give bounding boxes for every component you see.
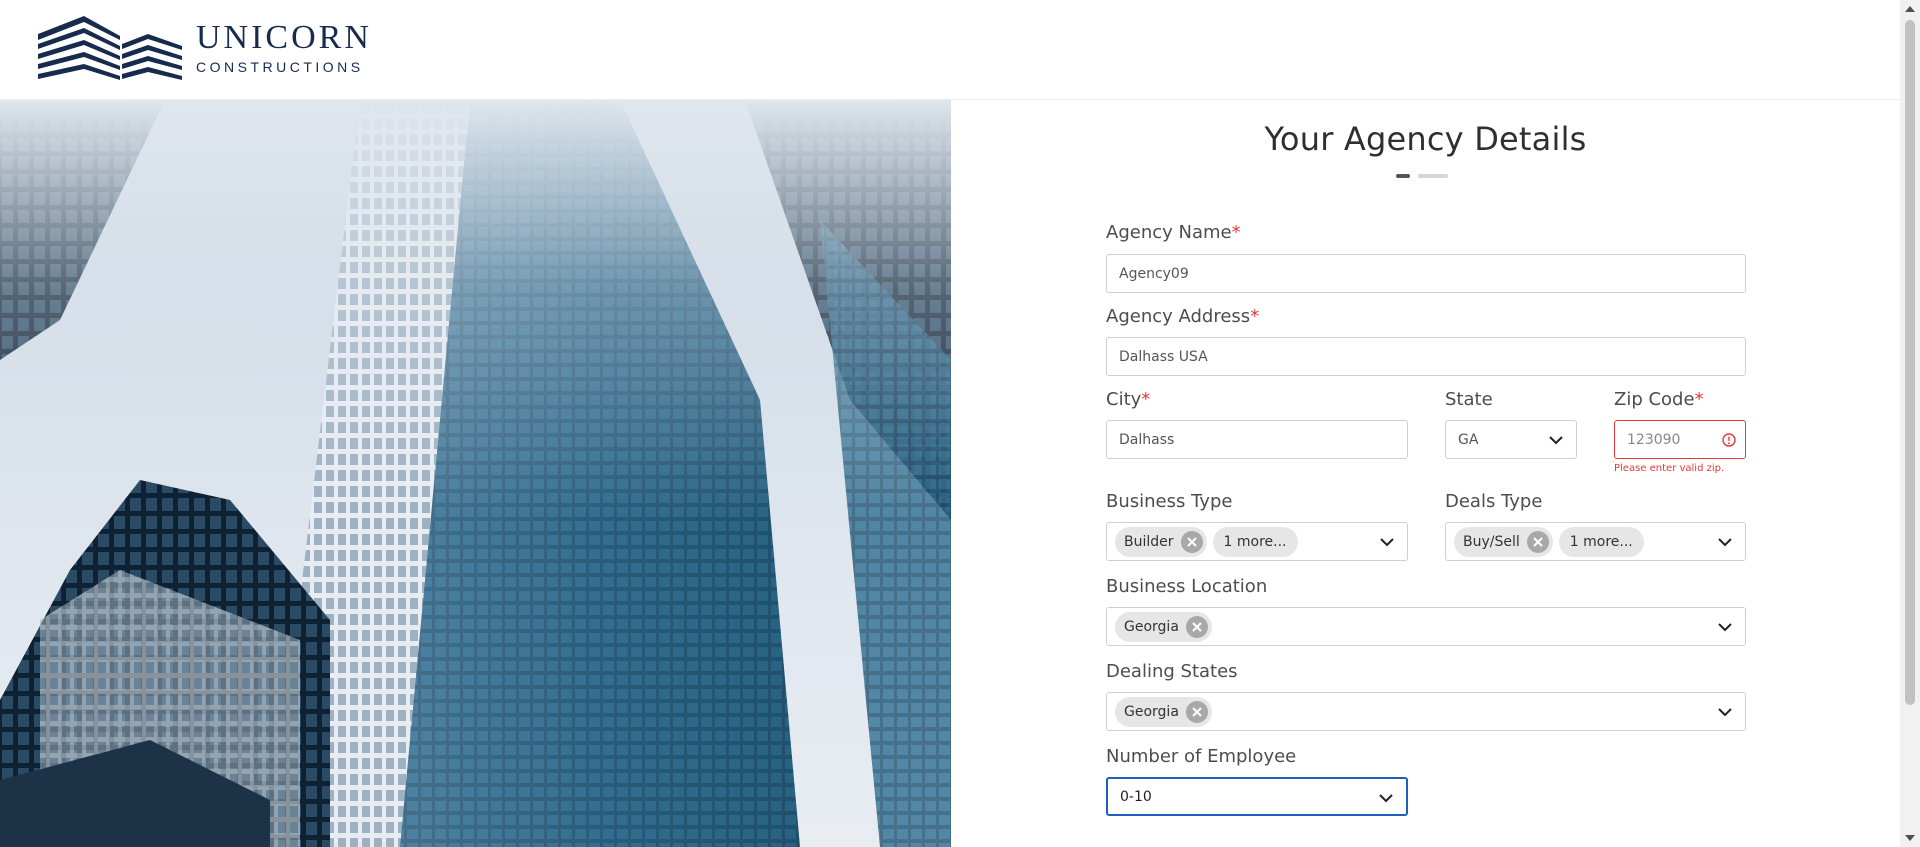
remove-chip-icon[interactable]	[1185, 615, 1208, 638]
business-location-label: Business Location	[1106, 576, 1267, 597]
step-indicator	[1396, 174, 1448, 178]
zip-error-message: Please enter valid zip.	[1614, 463, 1725, 474]
brand-logo[interactable]: UNICORN CONSTRUCTIONS	[36, 14, 372, 82]
zip-value: 123090	[1627, 431, 1681, 448]
step-1-indicator	[1396, 174, 1410, 178]
dealing-states-chip: Georgia	[1115, 696, 1212, 727]
agency-name-label: Agency Name*	[1106, 222, 1241, 243]
scroll-down-arrow-icon[interactable]	[1904, 833, 1916, 843]
required-marker: *	[1141, 389, 1151, 410]
state-label-text: State	[1445, 389, 1493, 410]
chevron-down-icon	[1718, 708, 1732, 717]
agency-address-label: Agency Address*	[1106, 306, 1259, 327]
chevron-down-icon	[1549, 436, 1563, 445]
scroll-up-arrow-icon[interactable]	[1904, 4, 1916, 14]
error-icon	[1722, 433, 1736, 447]
employees-value: 0-10	[1120, 788, 1152, 805]
state-value: GA	[1458, 431, 1479, 448]
deals-type-label: Deals Type	[1445, 491, 1542, 512]
city-label-text: City	[1106, 389, 1142, 410]
employees-select[interactable]: 0-10	[1106, 777, 1408, 816]
page-title: Your Agency Details	[1264, 120, 1587, 158]
more-chip[interactable]: 1 more...	[1212, 526, 1298, 557]
business-type-select[interactable]: Builder 1 more...	[1106, 522, 1408, 561]
zip-input[interactable]: 123090	[1614, 420, 1746, 459]
step-2-indicator	[1418, 174, 1448, 178]
business-location-chip: Georgia	[1115, 611, 1212, 642]
dealing-states-label: Dealing States	[1106, 661, 1238, 682]
zip-label-text: Zip Code	[1614, 389, 1695, 410]
zip-label: Zip Code*	[1614, 389, 1704, 410]
deals-type-chip: Buy/Sell	[1454, 526, 1553, 557]
chip-label: Builder	[1124, 533, 1174, 550]
required-marker: *	[1250, 306, 1260, 327]
dealing-states-select[interactable]: Georgia	[1106, 692, 1746, 731]
chip-label: Buy/Sell	[1463, 533, 1520, 550]
agency-name-input[interactable]: Agency09	[1106, 254, 1746, 293]
business-type-label: Business Type	[1106, 491, 1232, 512]
chevron-down-icon	[1718, 538, 1732, 547]
business-type-chip: Builder	[1115, 526, 1207, 557]
chevron-down-icon	[1718, 623, 1732, 632]
state-select[interactable]: GA	[1445, 420, 1577, 459]
employees-label: Number of Employee	[1106, 746, 1296, 767]
state-label: State	[1445, 389, 1493, 410]
agency-address-label-text: Agency Address	[1106, 306, 1251, 327]
deals-type-select[interactable]: Buy/Sell 1 more...	[1445, 522, 1746, 561]
header: UNICORN CONSTRUCTIONS	[0, 0, 1900, 100]
building-stack-icon	[38, 16, 182, 80]
city-label: City*	[1106, 389, 1150, 410]
business-type-label-text: Business Type	[1106, 491, 1233, 512]
remove-chip-icon[interactable]	[1526, 530, 1549, 553]
remove-chip-icon[interactable]	[1180, 530, 1203, 553]
chevron-down-icon	[1379, 794, 1393, 803]
brand-title: UNICORN	[196, 19, 372, 56]
agency-details-form: Your Agency Details Agency Name* Agency0…	[951, 100, 1900, 847]
agency-address-input[interactable]: Dalhass USA	[1106, 337, 1746, 376]
city-input[interactable]: Dalhass	[1106, 420, 1408, 459]
dealing-states-label-text: Dealing States	[1106, 661, 1238, 682]
required-marker: *	[1694, 389, 1704, 410]
deals-type-label-text: Deals Type	[1445, 491, 1543, 512]
business-location-label-text: Business Location	[1106, 576, 1268, 597]
page-scrollbar[interactable]	[1900, 0, 1920, 847]
more-chip[interactable]: 1 more...	[1558, 526, 1644, 557]
hero-building-image	[0, 100, 951, 847]
chevron-down-icon	[1380, 538, 1394, 547]
agency-name-value: Agency09	[1119, 265, 1189, 282]
agency-address-value: Dalhass USA	[1119, 348, 1208, 365]
brand-subtitle: CONSTRUCTIONS	[196, 59, 364, 75]
city-value: Dalhass	[1119, 431, 1175, 448]
agency-name-label-text: Agency Name	[1106, 222, 1232, 243]
chip-label: Georgia	[1124, 618, 1179, 635]
required-marker: *	[1231, 222, 1241, 243]
chip-label: Georgia	[1124, 703, 1179, 720]
remove-chip-icon[interactable]	[1185, 700, 1208, 723]
employees-label-text: Number of Employee	[1106, 746, 1297, 767]
scrollbar-thumb[interactable]	[1905, 20, 1915, 705]
business-location-select[interactable]: Georgia	[1106, 607, 1746, 646]
